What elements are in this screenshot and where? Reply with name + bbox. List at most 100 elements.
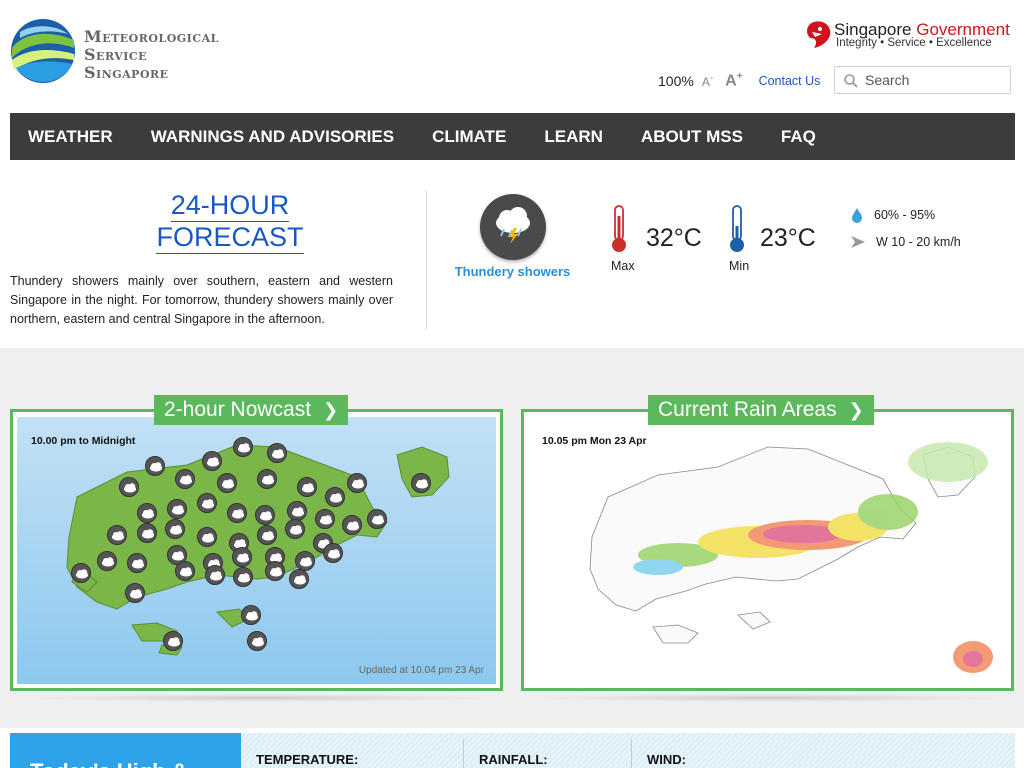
area-cloud-icon[interactable] bbox=[287, 501, 307, 521]
wordmark-line: Service bbox=[84, 45, 148, 64]
area-cloud-icon[interactable] bbox=[205, 565, 225, 585]
rain-areas-title: Current Rain Areas bbox=[658, 398, 837, 421]
area-cloud-icon[interactable] bbox=[107, 525, 127, 545]
contact-us-link[interactable]: Contact Us bbox=[759, 74, 821, 88]
increase-font-button[interactable]: A+ bbox=[725, 71, 742, 90]
nav-about-mss[interactable]: ABOUT MSS bbox=[641, 127, 743, 147]
nowcast-title: 2-hour Nowcast bbox=[164, 398, 312, 421]
decrease-font-button[interactable]: A- bbox=[702, 73, 713, 89]
area-cloud-icon[interactable] bbox=[315, 509, 335, 529]
todays-high-low-tab[interactable]: Today's High & bbox=[10, 733, 241, 768]
chevron-right-icon: ❯ bbox=[323, 399, 339, 420]
nav-learn[interactable]: LEARN bbox=[544, 127, 603, 147]
area-cloud-icon[interactable] bbox=[265, 561, 285, 581]
area-cloud-icon[interactable] bbox=[167, 499, 187, 519]
area-cloud-icon[interactable] bbox=[233, 567, 253, 587]
area-cloud-icon[interactable] bbox=[297, 477, 317, 497]
area-cloud-icon[interactable] bbox=[241, 605, 261, 625]
area-cloud-icon[interactable] bbox=[137, 503, 157, 523]
area-cloud-icon[interactable] bbox=[197, 527, 217, 547]
thundery-showers-icon bbox=[480, 194, 546, 260]
forecast-description: Thundery showers mainly over southern, e… bbox=[10, 274, 393, 326]
nowcast-card[interactable]: 10.00 pm to Midnight Updated at 10.04 pm… bbox=[10, 409, 503, 691]
area-cloud-icon[interactable] bbox=[247, 631, 267, 651]
wordmark-line: Meteorological bbox=[84, 27, 219, 46]
humidity-value: 60% - 95% bbox=[874, 208, 936, 222]
forecast-title[interactable]: 24-HOUR FORECAST bbox=[150, 190, 310, 254]
area-cloud-icon[interactable] bbox=[257, 525, 277, 545]
humidity-drop-icon bbox=[852, 208, 862, 223]
max-label: Max bbox=[611, 259, 635, 273]
nowcast-period: 10.00 pm to Midnight bbox=[31, 435, 136, 447]
temperature-heading: TEMPERATURE: bbox=[256, 752, 359, 767]
area-cloud-icon[interactable] bbox=[295, 551, 315, 571]
rain-areas-title-tab[interactable]: Current Rain Areas ❯ bbox=[648, 395, 874, 425]
rain-areas-map[interactable]: 10.05 pm Mon 23 Apr bbox=[528, 417, 1007, 684]
area-cloud-icon[interactable] bbox=[71, 563, 91, 583]
area-cloud-icon[interactable] bbox=[119, 477, 139, 497]
nowcast-updated: Updated at 10.04 pm 23 Apr bbox=[358, 665, 484, 676]
area-cloud-icon[interactable] bbox=[232, 547, 252, 567]
area-cloud-icon[interactable] bbox=[267, 443, 287, 463]
singapore-government-brand[interactable]: Singapore Government Integrity • Service… bbox=[806, 20, 1016, 54]
area-cloud-icon[interactable] bbox=[233, 437, 253, 457]
mss-logo-icon[interactable] bbox=[10, 18, 76, 84]
wordmark-line: Singapore bbox=[84, 63, 169, 82]
area-cloud-icon[interactable] bbox=[285, 519, 305, 539]
area-cloud-icon[interactable] bbox=[197, 493, 217, 513]
min-label: Min bbox=[729, 259, 750, 273]
area-cloud-icon[interactable] bbox=[217, 473, 237, 493]
rainfall-heading: RAINFALL: bbox=[479, 752, 548, 767]
area-cloud-icon[interactable] bbox=[175, 469, 195, 489]
singapore-map-rain bbox=[589, 442, 993, 673]
card-shadow bbox=[530, 694, 1010, 702]
chevron-right-icon: ❯ bbox=[848, 399, 864, 420]
nav-climate[interactable]: CLIMATE bbox=[432, 127, 506, 147]
wind-heading: WIND: bbox=[647, 752, 686, 767]
area-cloud-icon[interactable] bbox=[145, 456, 165, 476]
rain-areas-card[interactable]: 10.05 pm Mon 23 Apr bbox=[521, 409, 1014, 691]
header-tools: 100% A- A+ Contact Us bbox=[658, 68, 834, 94]
min-temperature: 23°C bbox=[760, 224, 816, 252]
nav-weather[interactable]: WEATHER bbox=[28, 127, 113, 147]
area-cloud-icon[interactable] bbox=[347, 473, 367, 493]
area-cloud-icon[interactable] bbox=[227, 503, 247, 523]
search-input[interactable] bbox=[865, 71, 1003, 89]
forecast-divider bbox=[426, 190, 427, 330]
gov-tagline: Integrity • Service • Excellence bbox=[836, 37, 992, 49]
nav-warnings-and-advisories[interactable]: WARNINGS AND ADVISORIES bbox=[151, 127, 394, 147]
thermometer-min-icon bbox=[730, 205, 744, 252]
area-cloud-icon[interactable] bbox=[202, 451, 222, 471]
area-cloud-icon[interactable] bbox=[289, 569, 309, 589]
zoom-level: 100% bbox=[658, 73, 694, 89]
nowcast-title-tab[interactable]: 2-hour Nowcast ❯ bbox=[154, 395, 349, 425]
nav-faq[interactable]: FAQ bbox=[781, 127, 816, 147]
nowcast-map[interactable]: 10.00 pm to Midnight Updated at 10.04 pm… bbox=[17, 417, 496, 684]
area-cloud-icon[interactable] bbox=[323, 543, 343, 563]
increase-font-sup: + bbox=[736, 71, 743, 83]
decrease-font-sup: - bbox=[709, 73, 714, 84]
area-cloud-icon[interactable] bbox=[125, 583, 145, 603]
search-box[interactable] bbox=[834, 66, 1011, 94]
area-cloud-icon[interactable] bbox=[325, 487, 345, 507]
area-cloud-icon[interactable] bbox=[163, 631, 183, 651]
stats-divider bbox=[631, 739, 632, 768]
area-cloud-icon[interactable] bbox=[411, 473, 431, 493]
area-cloud-icon[interactable] bbox=[257, 469, 277, 489]
area-cloud-icon[interactable] bbox=[255, 505, 275, 525]
forecast-title-line: FORECAST bbox=[156, 222, 304, 254]
mss-wordmark[interactable]: Meteorological Service Singapore bbox=[84, 28, 219, 82]
humidity-row: 60% - 95% bbox=[850, 207, 935, 223]
area-cloud-icon[interactable] bbox=[137, 523, 157, 543]
decrease-font-label: A bbox=[701, 75, 710, 89]
area-cloud-icon[interactable] bbox=[175, 561, 195, 581]
area-cloud-icon[interactable] bbox=[127, 553, 147, 573]
wind-row: W 10 - 20 km/h bbox=[850, 235, 961, 249]
area-cloud-icon[interactable] bbox=[367, 509, 387, 529]
area-cloud-icon[interactable] bbox=[342, 515, 362, 535]
rain-areas-time: 10.05 pm Mon 23 Apr bbox=[542, 435, 647, 447]
increase-font-label: A bbox=[725, 72, 737, 90]
max-temperature: 32°C bbox=[646, 224, 702, 252]
area-cloud-icon[interactable] bbox=[97, 551, 117, 571]
area-cloud-icon[interactable] bbox=[165, 519, 185, 539]
